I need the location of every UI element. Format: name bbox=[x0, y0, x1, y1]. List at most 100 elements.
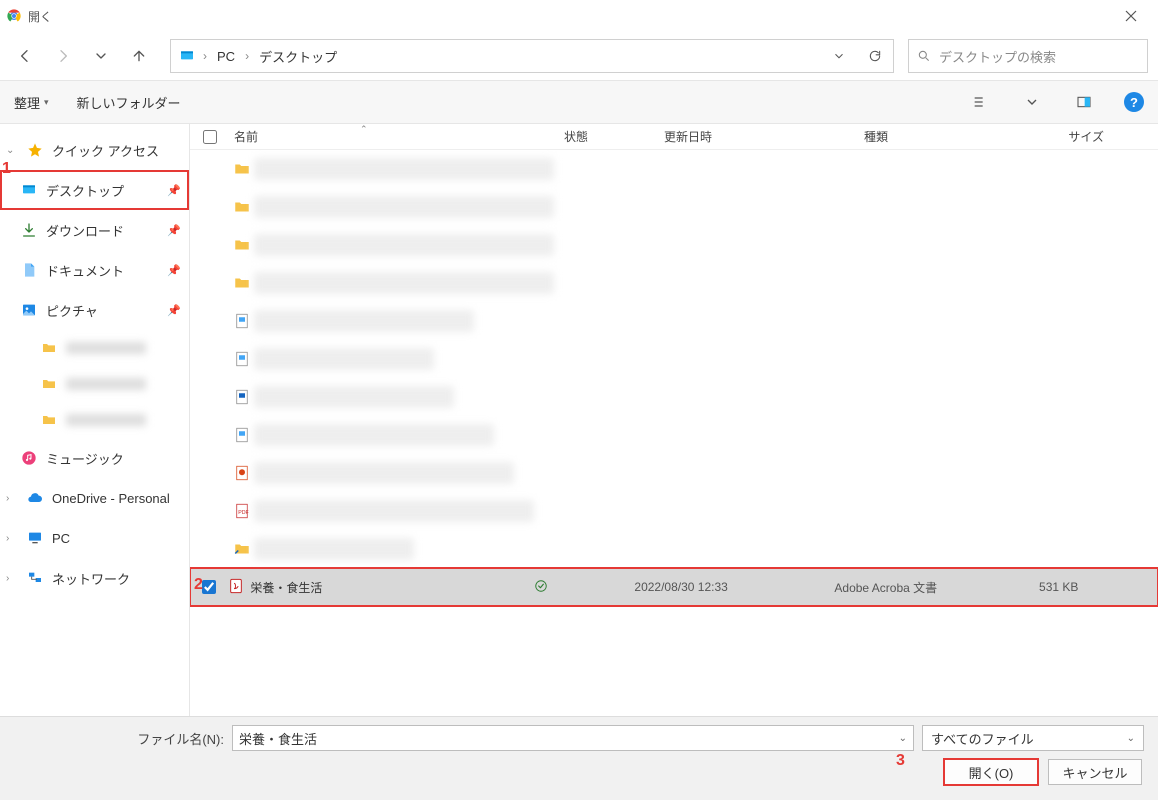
sidebar-item-label bbox=[66, 378, 146, 390]
search-input[interactable]: デスクトップの検索 bbox=[908, 39, 1148, 73]
folder-icon bbox=[230, 160, 254, 178]
file-row-selected[interactable]: 栄養・食生活 2022/08/30 12:33 Adobe Acroba 文書 … bbox=[190, 568, 1158, 606]
file-type: Adobe Acroba 文書 bbox=[834, 579, 994, 596]
breadcrumb-current[interactable]: デスクトップ bbox=[257, 47, 339, 66]
svg-text:PDF: PDF bbox=[238, 510, 249, 516]
preview-pane-button[interactable] bbox=[1072, 90, 1096, 114]
sidebar-item-folder[interactable] bbox=[0, 330, 189, 366]
pin-icon: 📌 bbox=[167, 224, 181, 237]
sidebar-item-label bbox=[66, 414, 146, 426]
refresh-button[interactable] bbox=[861, 41, 889, 71]
folder-icon bbox=[40, 375, 58, 393]
column-type[interactable]: 種類 bbox=[860, 128, 1020, 145]
annotation-marker: 2 bbox=[194, 576, 203, 594]
network-icon bbox=[26, 569, 44, 587]
file-list: PDF 栄養・食生活 2022/08/30 12:33 Ad bbox=[190, 150, 1158, 744]
file-row[interactable] bbox=[190, 150, 1158, 188]
breadcrumb-root[interactable]: PC bbox=[215, 49, 237, 64]
sidebar-quick-access[interactable]: ⌄ クイック アクセス bbox=[0, 130, 189, 170]
file-row[interactable] bbox=[190, 340, 1158, 378]
star-icon bbox=[26, 141, 44, 159]
sidebar-downloads[interactable]: ダウンロード 📌 bbox=[0, 210, 189, 250]
sidebar-documents[interactable]: ドキュメント 📌 bbox=[0, 250, 189, 290]
file-row[interactable] bbox=[190, 416, 1158, 454]
file-row[interactable] bbox=[190, 226, 1158, 264]
chevron-down-icon: ▾ bbox=[44, 97, 49, 108]
back-button[interactable] bbox=[10, 41, 40, 71]
file-row[interactable] bbox=[190, 530, 1158, 568]
sidebar: ⌄ クイック アクセス デスクトップ 📌 ダウンロード 📌 ドキュメント bbox=[0, 124, 190, 744]
forward-button[interactable] bbox=[48, 41, 78, 71]
filename-combobox[interactable]: 栄養・食生活 ⌄ bbox=[232, 725, 914, 751]
select-all-checkbox[interactable] bbox=[190, 130, 230, 144]
file-row[interactable] bbox=[190, 264, 1158, 302]
chrome-icon bbox=[6, 8, 22, 24]
search-icon bbox=[917, 49, 931, 63]
help-button[interactable]: ? bbox=[1124, 92, 1144, 112]
file-size: 531 KB bbox=[994, 580, 1094, 594]
sidebar-item-folder[interactable] bbox=[0, 402, 189, 438]
view-mode-button[interactable] bbox=[968, 90, 992, 114]
file-row[interactable] bbox=[190, 302, 1158, 340]
pin-icon: 📌 bbox=[167, 184, 181, 197]
crumb-sep: › bbox=[245, 49, 249, 63]
sidebar-network[interactable]: › ネットワーク bbox=[0, 558, 189, 598]
sidebar-item-label: ドキュメント bbox=[46, 261, 124, 280]
column-status-label: 状態 bbox=[564, 130, 588, 144]
recent-dropdown[interactable] bbox=[86, 41, 116, 71]
folder-icon bbox=[230, 198, 254, 216]
column-name[interactable]: 名前 ⌃ bbox=[230, 128, 560, 145]
pdf-icon: PDF bbox=[230, 502, 254, 520]
sidebar-desktop[interactable]: デスクトップ 📌 bbox=[0, 170, 189, 210]
desktop-icon bbox=[20, 181, 38, 199]
close-button[interactable] bbox=[1110, 2, 1152, 30]
new-folder-button[interactable]: 新しいフォルダー bbox=[77, 93, 181, 112]
file-row[interactable]: PDF bbox=[190, 492, 1158, 530]
file-row[interactable] bbox=[190, 454, 1158, 492]
sidebar-onedrive[interactable]: › OneDrive - Personal bbox=[0, 478, 189, 518]
annotation-marker: 3 bbox=[896, 752, 905, 770]
desktop-location-icon bbox=[179, 48, 195, 64]
file-pane: 名前 ⌃ 状態 更新日時 種類 サイズ PDF bbox=[190, 124, 1158, 744]
sidebar-item-label: ピクチャ bbox=[46, 301, 98, 320]
sidebar-pictures[interactable]: ピクチャ 📌 bbox=[0, 290, 189, 330]
up-button[interactable] bbox=[124, 41, 154, 71]
open-button[interactable]: 開く(O) bbox=[944, 759, 1038, 785]
column-size[interactable]: サイズ bbox=[1020, 128, 1120, 145]
filename-value: 栄養・食生活 bbox=[239, 729, 317, 748]
chevron-right-icon: › bbox=[6, 493, 18, 504]
address-bar[interactable]: › PC › デスクトップ bbox=[170, 39, 894, 73]
chevron-down-icon: ⌄ bbox=[1127, 733, 1135, 744]
address-dropdown[interactable] bbox=[825, 41, 853, 71]
annotation-marker: 1 bbox=[2, 160, 11, 178]
file-icon bbox=[230, 388, 254, 406]
file-row[interactable] bbox=[190, 188, 1158, 226]
column-status[interactable]: 状態 bbox=[560, 128, 660, 145]
crumb-sep: › bbox=[203, 49, 207, 63]
organize-button[interactable]: 整理 ▾ bbox=[14, 93, 49, 112]
sidebar-item-label: PC bbox=[52, 531, 70, 546]
sort-asc-icon: ⌃ bbox=[360, 124, 368, 135]
chevron-right-icon: › bbox=[6, 533, 18, 544]
view-mode-dropdown[interactable] bbox=[1020, 90, 1044, 114]
file-name: 栄養・食生活 bbox=[250, 579, 322, 596]
sidebar-music[interactable]: ミュージック bbox=[0, 438, 189, 478]
column-size-label: サイズ bbox=[1068, 130, 1104, 144]
chevron-down-icon: ⌄ bbox=[899, 733, 907, 744]
sidebar-item-label: OneDrive - Personal bbox=[52, 491, 170, 506]
sidebar-pc[interactable]: › PC bbox=[0, 518, 189, 558]
folder-icon bbox=[40, 411, 58, 429]
sidebar-item-folder[interactable] bbox=[0, 366, 189, 402]
open-label: 開く(O) bbox=[969, 763, 1014, 782]
powerpoint-icon bbox=[230, 464, 254, 482]
column-modified[interactable]: 更新日時 bbox=[660, 128, 860, 145]
cancel-button[interactable]: キャンセル bbox=[1048, 759, 1142, 785]
sidebar-item-label: クイック アクセス bbox=[52, 141, 159, 160]
column-header: 名前 ⌃ 状態 更新日時 種類 サイズ bbox=[190, 124, 1158, 150]
folder-icon bbox=[230, 236, 254, 254]
file-type-filter[interactable]: すべてのファイル ⌄ bbox=[922, 725, 1144, 751]
filter-label: すべてのファイル bbox=[931, 729, 1034, 748]
file-row[interactable] bbox=[190, 378, 1158, 416]
file-modified: 2022/08/30 12:33 bbox=[634, 580, 834, 594]
file-icon bbox=[230, 426, 254, 444]
